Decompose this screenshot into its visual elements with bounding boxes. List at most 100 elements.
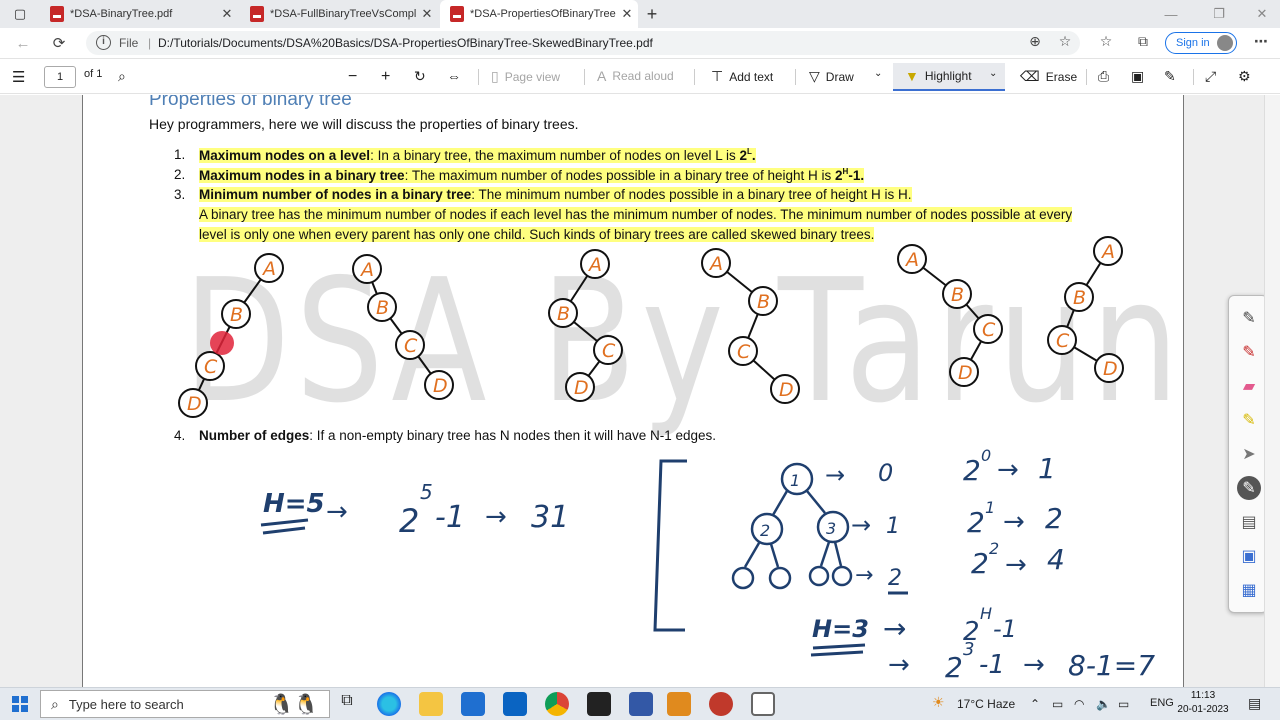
edge-icon[interactable] xyxy=(377,692,401,716)
tree-node-label: D xyxy=(574,377,589,399)
tab-binarytree[interactable]: *DSA-BinaryTree.pdf ✕ xyxy=(40,0,238,28)
task-view-icon[interactable]: ⧉ xyxy=(335,692,359,716)
weather-icon[interactable]: ☀ xyxy=(932,694,945,711)
contents-list-icon[interactable]: ☰ xyxy=(12,68,25,86)
window-icon[interactable]: ▦ xyxy=(1237,578,1261,602)
file-explorer-icon[interactable] xyxy=(419,692,443,716)
calc-h5-result: 31 xyxy=(531,500,569,535)
more-menu-icon[interactable]: ⋯ xyxy=(1250,33,1272,53)
eraser-pen-icon[interactable]: ▰ xyxy=(1237,374,1261,398)
calc-h5-base: 2 xyxy=(399,502,419,540)
tree-node-label: C xyxy=(204,356,218,378)
zoom-in-icon[interactable]: + xyxy=(381,68,390,86)
battery-icon[interactable]: ▭ xyxy=(1118,697,1129,711)
new-tab-plus-icon[interactable]: + xyxy=(636,0,668,28)
print-icon[interactable]: ⎙ xyxy=(1098,68,1109,85)
zoom-out-icon[interactable]: − xyxy=(348,68,357,86)
restore-icon[interactable]: ❐ xyxy=(1203,0,1235,28)
tab-strip: ▢ *DSA-BinaryTree.pdf ✕ *DSA-FullBinaryT… xyxy=(0,0,1280,28)
erase-button[interactable]: ⌫ Erase xyxy=(1020,68,1077,85)
tab-properties-active[interactable]: *DSA-PropertiesOfBinaryTree-Sk ✕ xyxy=(440,0,638,28)
clock-date: 20-01-2023 xyxy=(1177,704,1229,715)
arrow-glyph: → xyxy=(997,455,1019,485)
notification-icon[interactable]: ▤ xyxy=(1248,695,1261,712)
tab-fullbinarytree[interactable]: *DSA-FullBinaryTreeVsCompleteBi ✕ xyxy=(240,0,438,28)
bracket xyxy=(653,459,687,632)
toolbar-divider xyxy=(694,69,695,85)
tree-node-label: D xyxy=(1103,358,1118,380)
sign-in-button[interactable]: Sign in xyxy=(1165,32,1237,54)
draw-chevron-down-icon[interactable]: ⌄ xyxy=(874,68,882,79)
favorites-icon[interactable]: ☆ xyxy=(1095,33,1117,53)
recorder-icon[interactable] xyxy=(709,692,733,716)
info-icon[interactable]: i xyxy=(96,35,111,50)
window-close-icon[interactable]: ✕ xyxy=(1246,0,1278,28)
language-indicator[interactable]: ENG xyxy=(1150,697,1174,709)
devcpp-icon[interactable] xyxy=(629,692,653,716)
snip-tool-icon[interactable] xyxy=(751,692,775,716)
find-icon[interactable]: ⌕ xyxy=(118,68,126,85)
tab-label: *DSA-BinaryTree.pdf xyxy=(70,8,173,20)
terminal-icon[interactable] xyxy=(587,692,611,716)
fullscreen-icon[interactable]: ⤢ xyxy=(1205,68,1216,85)
toolbar-divider xyxy=(478,69,479,85)
tree-node-label: A xyxy=(904,249,919,271)
draw-button[interactable]: ▽ Draw xyxy=(809,68,854,85)
wifi-icon[interactable]: ◠ xyxy=(1074,697,1084,711)
read-aloud-button[interactable]: A Read aloud xyxy=(597,68,674,84)
tab-label: *DSA-PropertiesOfBinaryTree-Sk xyxy=(470,8,616,20)
mail-icon[interactable] xyxy=(503,692,527,716)
pow-0-exp: 0 xyxy=(981,446,991,465)
url-field[interactable]: i File | D:/Tutorials/Documents/DSA%20Ba… xyxy=(86,31,1080,55)
close-icon[interactable]: ✕ xyxy=(416,6,438,22)
tree-node-label: D xyxy=(433,375,448,397)
save-as-icon[interactable]: ✎ xyxy=(1164,68,1176,85)
pen-expand-icon[interactable]: ✎ xyxy=(1237,306,1261,330)
screen-icon[interactable]: ▣ xyxy=(1237,544,1261,568)
keyboard-icon[interactable]: ▤ xyxy=(1237,510,1261,534)
rotate-icon[interactable]: ↻ xyxy=(414,68,426,85)
volume-icon[interactable]: 🔈 xyxy=(1096,697,1111,711)
laser-pointer-icon[interactable]: ✎ xyxy=(1237,476,1261,500)
document-scrollbar[interactable] xyxy=(1264,95,1280,687)
store-icon[interactable] xyxy=(461,692,485,716)
windows-start-icon[interactable] xyxy=(12,696,28,712)
draw-pen-icon: ▽ xyxy=(809,68,820,84)
minimize-icon[interactable]: — xyxy=(1155,0,1187,28)
highlight-button[interactable]: ▼ Highlight ⌄ xyxy=(893,63,1005,91)
add-text-button[interactable]: ⊤ Add text xyxy=(711,68,773,85)
clock-time: 11:13 xyxy=(1190,690,1216,701)
tree-node-label: D xyxy=(187,393,202,415)
calc-h5-exp: 5 xyxy=(420,480,433,504)
tab-actions-icon[interactable]: ▢ xyxy=(4,0,36,28)
network-icon[interactable]: ▭ xyxy=(1052,697,1063,711)
refresh-icon[interactable]: ⟳ xyxy=(46,31,72,55)
page-number-input[interactable]: 1 xyxy=(44,66,76,88)
red-pen-icon[interactable]: ✎ xyxy=(1237,340,1261,364)
taskbar-search-input[interactable]: ⌕ Type here to search 🐧🐧 xyxy=(40,690,330,718)
page-view-button[interactable]: ▯ Page view xyxy=(491,68,560,85)
close-icon[interactable]: ✕ xyxy=(216,6,238,22)
favorite-add-icon[interactable]: ☆ xyxy=(1054,33,1076,53)
chrome-icon[interactable] xyxy=(545,692,569,716)
system-clock[interactable]: 11:13 20-01-2023 xyxy=(1172,689,1234,717)
save-icon[interactable]: ▣ xyxy=(1131,68,1144,85)
fit-page-icon[interactable]: ⇔ xyxy=(447,68,461,84)
weather-text[interactable]: 17°C Haze xyxy=(957,697,1015,711)
highlight-chevron-down-icon[interactable]: ⌄ xyxy=(989,68,997,79)
tray-chevron-up-icon[interactable]: ⌃ xyxy=(1030,697,1040,711)
sign-in-label: Sign in xyxy=(1176,37,1210,49)
close-icon[interactable]: ✕ xyxy=(616,6,638,22)
settings-gear-icon[interactable]: ⚙ xyxy=(1238,68,1251,85)
skewed-tree-drawings: ABCDABCDABCDABCDABCDABCD xyxy=(178,236,1124,418)
yellow-highlighter-icon[interactable]: ✎ xyxy=(1237,408,1261,432)
back-arrow-icon[interactable]: ← xyxy=(10,31,36,55)
read-aloud-label: Read aloud xyxy=(612,69,674,83)
zoom-icon[interactable]: ⊕ xyxy=(1024,33,1046,53)
sublime-icon[interactable] xyxy=(667,692,691,716)
level-2-value: 2 xyxy=(888,566,902,591)
pdf-page: DSA By Tarun Sir Properties of binary tr… xyxy=(82,95,1184,687)
pointer-icon[interactable]: ➤ xyxy=(1237,442,1261,466)
collections-icon[interactable]: ⧉ xyxy=(1132,33,1154,53)
arrow-glyph: → xyxy=(825,461,845,489)
